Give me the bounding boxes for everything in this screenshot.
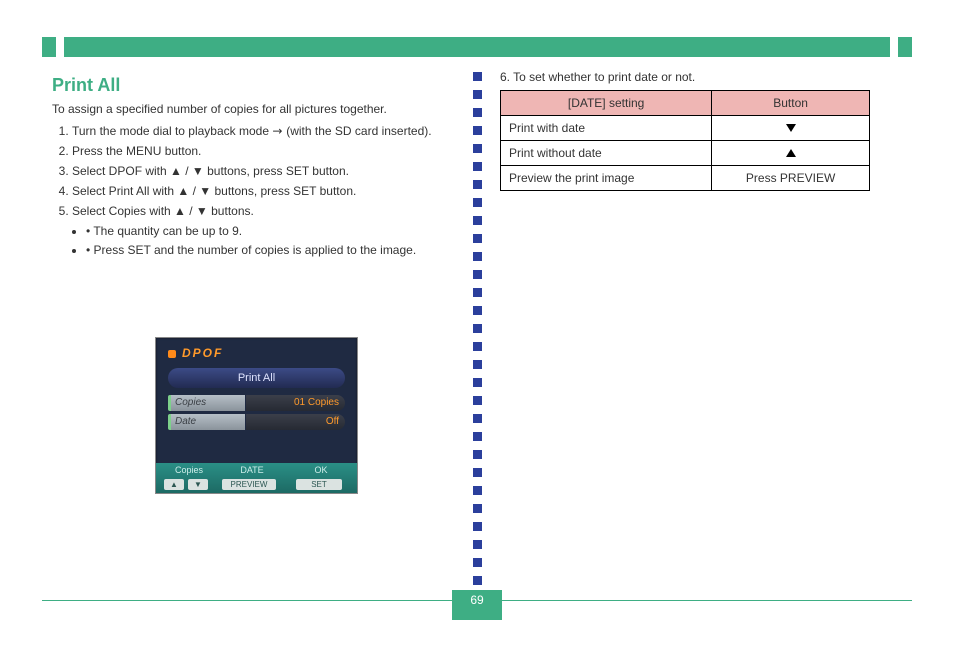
date-setting-table: [DATE] setting Button Print with date Pr… <box>500 90 870 191</box>
step-5: Select Copies with ▲ / ▼ buttons. • The … <box>72 202 452 259</box>
row-value: 01 Copies <box>246 395 345 411</box>
row-label: Date <box>168 414 245 430</box>
cell-button <box>712 141 870 166</box>
step-2: Press the MENU button. <box>72 142 452 160</box>
section-heading: Print All <box>52 75 452 96</box>
header-accent-right <box>898 37 912 57</box>
section-intro: To assign a specified number of copies f… <box>52 102 452 116</box>
step-3: Select DPOF with ▲ / ▼ buttons, press SE… <box>72 162 452 180</box>
manual-page: Print All To assign a specified number o… <box>0 0 954 646</box>
column-divider <box>473 72 483 592</box>
camera-screen: DPOF Print All Copies 01 Copies Date Off… <box>155 337 358 494</box>
step-text: Turn the mode dial to playback mode <box>72 124 269 138</box>
table-head-row: [DATE] setting Button <box>501 91 870 116</box>
arrow-icon: → <box>272 124 286 138</box>
left-column: Print All To assign a specified number o… <box>52 75 452 261</box>
table-row: Preview the print image Press PREVIEW <box>501 166 870 191</box>
triangle-down-icon <box>786 124 796 132</box>
table-head-setting: [DATE] setting <box>501 91 712 116</box>
table-row: Print without date <box>501 141 870 166</box>
footer-col-copies: Copies <box>164 465 214 475</box>
footer-btn-down[interactable]: ▼ <box>188 479 208 490</box>
footer-btn-set[interactable]: SET <box>296 479 342 490</box>
right-lead: 6. To set whether to print date or not. <box>500 70 908 84</box>
step-text: Select Copies with ▲ / ▼ buttons. <box>72 204 254 218</box>
step-4: Select Print All with ▲ / ▼ buttons, pre… <box>72 182 452 200</box>
screen-row-copies: Copies 01 Copies <box>168 395 345 411</box>
screen-mode-pill: Print All <box>168 368 345 388</box>
screen-row-date: Date Off <box>168 414 345 430</box>
header-bar <box>42 37 912 57</box>
step-1: Turn the mode dial to playback mode → (w… <box>72 122 452 140</box>
triangle-up-icon <box>786 149 796 157</box>
row-label: Copies <box>168 395 245 411</box>
screen-footer: Copies DATE OK ▲ ▼ PREVIEW SET <box>156 463 357 493</box>
step-text-cont: (with the SD card inserted). <box>286 124 431 138</box>
table-row: Print with date <box>501 116 870 141</box>
step-5a: • The quantity can be up to 9. <box>86 222 452 240</box>
row-value: Off <box>246 414 345 430</box>
right-column: 6. To set whether to print date or not. … <box>500 70 908 191</box>
step-5-sublist: • The quantity can be up to 9. • Press S… <box>86 222 452 259</box>
instruction-list: Turn the mode dial to playback mode → (w… <box>72 122 452 259</box>
cell-setting: Print without date <box>501 141 712 166</box>
page-number: 69 <box>452 590 502 614</box>
cell-button: Press PREVIEW <box>712 166 870 191</box>
screen-brand: DPOF <box>168 346 223 360</box>
right-lead-text: To set whether to print date or not. <box>513 70 695 84</box>
brand-text: DPOF <box>182 346 223 360</box>
cell-setting: Preview the print image <box>501 166 712 191</box>
footer-col-ok: OK <box>296 465 346 475</box>
cell-button <box>712 116 870 141</box>
footer-btn-up[interactable]: ▲ <box>164 479 184 490</box>
step-5b: • Press SET and the number of copies is … <box>86 241 452 259</box>
table-head-button: Button <box>712 91 870 116</box>
header-accent-left <box>42 37 56 57</box>
brand-dot-icon <box>168 350 176 358</box>
header-main <box>64 37 890 57</box>
cell-setting: Print with date <box>501 116 712 141</box>
footer-col-date: DATE <box>222 465 282 475</box>
footer-btn-preview[interactable]: PREVIEW <box>222 479 276 490</box>
